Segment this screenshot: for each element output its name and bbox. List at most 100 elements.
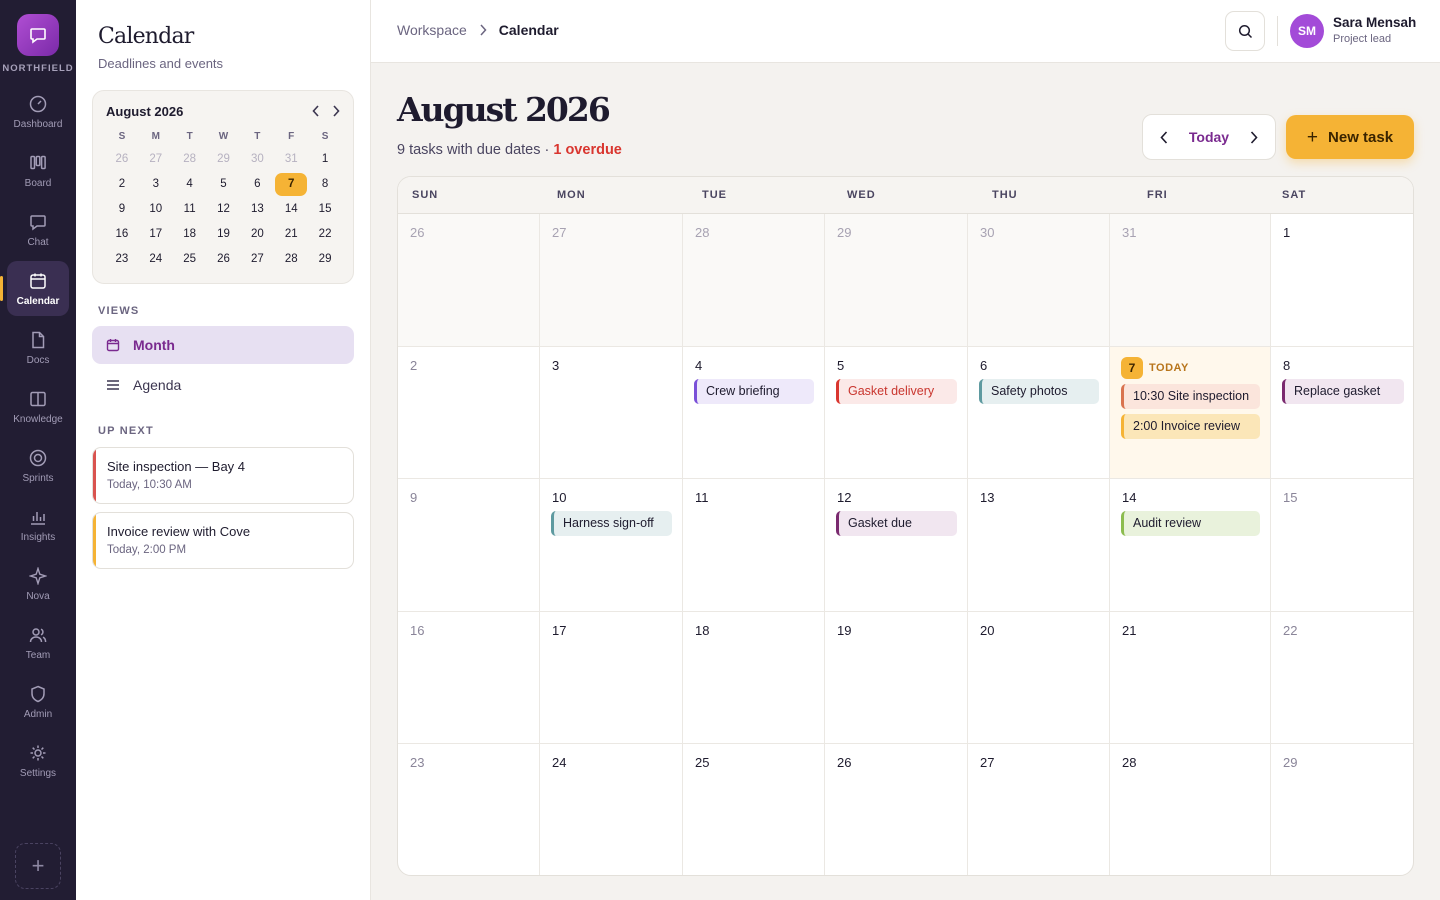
day-cell[interactable]: 14 Audit review bbox=[1110, 479, 1271, 612]
overdue-count[interactable]: 1 overdue bbox=[553, 142, 622, 158]
day-cell[interactable]: 21 bbox=[1110, 611, 1271, 745]
rail-item-sprints[interactable]: Sprints bbox=[7, 438, 69, 493]
mini-day[interactable]: 4 bbox=[173, 172, 207, 197]
mini-day[interactable]: 24 bbox=[139, 247, 173, 272]
rail-item-chat[interactable]: Chat bbox=[7, 202, 69, 257]
day-cell[interactable]: 28 bbox=[1110, 744, 1271, 875]
day-cell[interactable]: 24 bbox=[540, 744, 683, 875]
day-cell[interactable]: 18 bbox=[683, 611, 825, 745]
day-cell[interactable]: 15 bbox=[1271, 479, 1413, 612]
day-cell[interactable]: 29 bbox=[1271, 744, 1413, 875]
event-chip[interactable]: Gasket due bbox=[836, 511, 957, 537]
mini-day[interactable]: 13 bbox=[240, 197, 274, 222]
rail-item-knowledge[interactable]: Knowledge bbox=[7, 379, 69, 434]
rail-item-dashboard[interactable]: Dashboard bbox=[7, 84, 69, 139]
mini-day[interactable]: 17 bbox=[139, 222, 173, 247]
day-cell[interactable]: 2 bbox=[398, 346, 540, 480]
today-button[interactable]: Today bbox=[1189, 129, 1229, 145]
day-cell[interactable]: 29 bbox=[825, 214, 968, 347]
mini-day[interactable]: 26 bbox=[105, 147, 139, 172]
rail-item-insights[interactable]: Insights bbox=[7, 497, 69, 552]
event-chip[interactable]: Audit review bbox=[1121, 511, 1260, 537]
mini-day[interactable]: 31 bbox=[274, 147, 308, 172]
mini-day[interactable]: 29 bbox=[308, 247, 342, 272]
day-cell[interactable]: 23 bbox=[398, 744, 540, 875]
day-cell[interactable]: 28 bbox=[683, 214, 825, 347]
mini-day[interactable]: 15 bbox=[308, 197, 342, 222]
new-task-button[interactable]: + New task bbox=[1286, 115, 1414, 159]
day-cell[interactable]: 19 bbox=[825, 611, 968, 745]
event-chip[interactable]: Gasket delivery bbox=[836, 378, 957, 404]
day-cell[interactable]: 20 bbox=[968, 611, 1110, 745]
view-month[interactable]: Month bbox=[92, 326, 354, 364]
mini-day[interactable]: 18 bbox=[173, 222, 207, 247]
event-chip[interactable]: Safety photos bbox=[979, 378, 1099, 404]
mini-day[interactable]: 22 bbox=[308, 222, 342, 247]
day-cell[interactable]: 8 Replace gasket bbox=[1271, 347, 1413, 480]
mini-day[interactable]: 11 bbox=[173, 197, 207, 222]
day-cell[interactable]: 31 bbox=[1110, 214, 1271, 347]
rail-item-calendar[interactable]: Calendar bbox=[0, 261, 69, 316]
mini-day[interactable]: 28 bbox=[173, 147, 207, 172]
day-cell[interactable]: 13 bbox=[968, 479, 1110, 612]
day-cell[interactable]: 11 bbox=[683, 479, 825, 612]
event-chip[interactable]: Crew briefing bbox=[694, 378, 814, 404]
mini-day[interactable]: 9 bbox=[105, 197, 139, 222]
up-next-item[interactable]: Site inspection — Bay 4 Today, 10:30 AM bbox=[92, 447, 354, 504]
mini-day[interactable]: 19 bbox=[207, 222, 241, 247]
day-cell[interactable]: 27 bbox=[968, 744, 1110, 875]
mini-day[interactable]: 27 bbox=[240, 247, 274, 272]
mini-day[interactable]: 25 bbox=[173, 247, 207, 272]
event-chip[interactable]: Replace gasket bbox=[1282, 378, 1404, 404]
event-chip[interactable]: 10:30 Site inspection bbox=[1121, 383, 1260, 409]
day-cell[interactable]: 1 bbox=[1271, 214, 1413, 347]
day-cell[interactable]: 5 Gasket delivery bbox=[825, 346, 968, 480]
mini-day[interactable]: 5 bbox=[207, 172, 241, 197]
event-chip[interactable]: 2:00 Invoice review bbox=[1121, 413, 1260, 439]
add-workspace-button[interactable]: + bbox=[15, 843, 61, 889]
day-cell[interactable]: 26 bbox=[398, 214, 540, 347]
mini-day[interactable]: 6 bbox=[240, 172, 274, 197]
breadcrumb-workspace[interactable]: Workspace bbox=[397, 22, 467, 38]
mini-day[interactable]: 12 bbox=[207, 197, 241, 222]
mini-day[interactable]: 29 bbox=[207, 147, 241, 172]
day-cell[interactable]: 9 bbox=[398, 479, 540, 612]
day-cell[interactable]: 12 Gasket due bbox=[825, 479, 968, 612]
up-next-item[interactable]: Invoice review with Cove Today, 2:00 PM bbox=[92, 512, 354, 569]
avatar[interactable]: SM bbox=[1290, 14, 1324, 48]
view-agenda[interactable]: Agenda bbox=[92, 366, 354, 404]
chevron-right-icon[interactable] bbox=[329, 103, 343, 119]
rail-item-nova[interactable]: Nova bbox=[7, 556, 69, 611]
mini-day[interactable]: 10 bbox=[139, 197, 173, 222]
rail-item-team[interactable]: Team bbox=[7, 615, 69, 670]
rail-item-admin[interactable]: Admin bbox=[7, 674, 69, 729]
mini-day[interactable]: 30 bbox=[240, 147, 274, 172]
prev-month-button[interactable] bbox=[1157, 130, 1171, 144]
rail-item-settings[interactable]: Settings bbox=[7, 733, 69, 788]
app-logo[interactable] bbox=[17, 14, 59, 56]
event-chip[interactable]: Harness sign-off bbox=[551, 511, 672, 537]
day-cell[interactable]: 3 bbox=[540, 346, 683, 480]
mini-day[interactable]: 28 bbox=[274, 247, 308, 272]
mini-day[interactable]: 14 bbox=[274, 197, 308, 222]
mini-day[interactable]: 16 bbox=[105, 222, 139, 247]
day-cell[interactable]: 30 bbox=[968, 214, 1110, 347]
chevron-left-icon[interactable] bbox=[309, 103, 323, 119]
mini-day[interactable]: 1 bbox=[308, 147, 342, 172]
day-cell[interactable]: 27 bbox=[540, 214, 683, 347]
mini-day[interactable]: 3 bbox=[139, 172, 173, 197]
day-cell[interactable]: 16 bbox=[398, 611, 540, 745]
search-button[interactable] bbox=[1225, 11, 1265, 51]
rail-item-docs[interactable]: Docs bbox=[7, 320, 69, 375]
next-month-button[interactable] bbox=[1247, 130, 1261, 144]
mini-day[interactable]: 26 bbox=[207, 247, 241, 272]
day-cell[interactable]: 25 bbox=[683, 744, 825, 875]
mini-day-today[interactable]: 7 bbox=[274, 172, 308, 197]
mini-day[interactable]: 20 bbox=[240, 222, 274, 247]
day-cell[interactable]: 26 bbox=[825, 744, 968, 875]
mini-day[interactable]: 8 bbox=[308, 172, 342, 197]
day-cell[interactable]: 22 bbox=[1271, 612, 1413, 745]
mini-day[interactable]: 2 bbox=[105, 172, 139, 197]
day-cell[interactable]: 17 bbox=[540, 611, 683, 745]
mini-day[interactable]: 23 bbox=[105, 247, 139, 272]
